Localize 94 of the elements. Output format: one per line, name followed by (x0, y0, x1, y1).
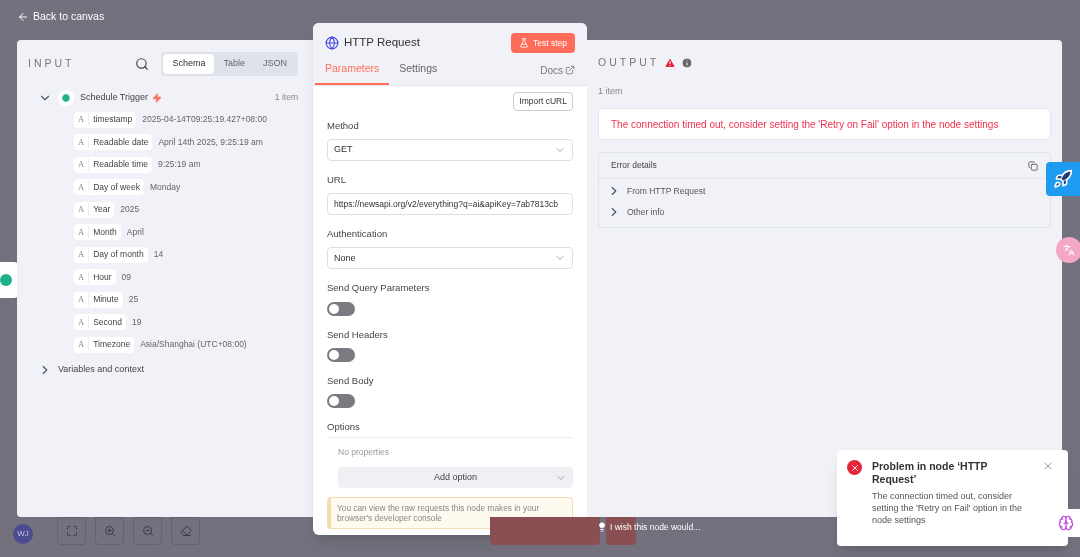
brain-icon (1058, 515, 1074, 531)
view-tab[interactable]: JSON (254, 54, 296, 74)
field-value: 25 (128, 293, 139, 306)
item-count: 1 item (274, 91, 298, 104)
import-curl-button[interactable]: Import cURL (513, 91, 573, 111)
info-icon[interactable] (681, 56, 694, 69)
field-name: Month (92, 225, 118, 239)
docs-link[interactable]: Docs (540, 62, 575, 85)
field-name: timestamp (92, 113, 134, 126)
error-details-title: Error details (611, 159, 657, 173)
details-section-toggle[interactable]: Other info (627, 205, 665, 219)
add-option-dropdown[interactable]: Add option (338, 467, 573, 488)
toggle-switch[interactable] (327, 301, 355, 316)
url-field[interactable]: https://newsapi.org/v2/everything?q=ai&apiKey=7ab7813cb (327, 193, 573, 215)
back-arrow-icon (17, 10, 29, 23)
schema-field-chip[interactable]: A Readable date (74, 134, 153, 150)
field-name: Hour (92, 270, 113, 284)
search-icon[interactable] (135, 56, 150, 71)
field-label: Send Query Parameters (327, 281, 431, 296)
lightbulb-icon (597, 522, 607, 533)
close-icon[interactable] (1042, 460, 1054, 472)
feedback-link[interactable]: I wish this node would... (597, 521, 701, 534)
error-icon (849, 462, 860, 473)
toast-title: Problem in node ‘HTTP Request’ (872, 460, 989, 486)
user-avatar[interactable]: WJ (13, 524, 33, 544)
schema-field-chip[interactable]: A Month (74, 224, 121, 240)
error-message: The connection timed out, consider setting the 'Retry on Fail' option in the node settings (598, 108, 1051, 141)
toggle-switch[interactable] (327, 394, 355, 408)
globe-icon (325, 36, 339, 50)
variables-section-toggle[interactable]: Variables and context (58, 362, 144, 377)
schema-field-chip[interactable]: A timestamp (74, 111, 137, 128)
tab[interactable]: Settings (389, 61, 448, 85)
rocket-button[interactable] (1046, 162, 1080, 196)
warning-icon (664, 56, 677, 69)
select-field[interactable]: None (327, 247, 573, 270)
field-value: April 14th 2025, 9:25:19 am (158, 135, 263, 149)
field-name: Minute (92, 293, 120, 306)
item-count: 1 item (598, 84, 624, 98)
field-value: 2025-04-14T09:25:19.427+08:00 (142, 113, 267, 126)
field-label: Method (327, 118, 360, 133)
field-name: Year (92, 203, 112, 216)
field-name: Timezone (92, 338, 132, 351)
options-heading: Options (327, 420, 573, 439)
toast-message: The connection timed out, consider setting the 'Retry on Fail' option in the node settings (872, 490, 1024, 526)
expand-icon (65, 525, 78, 537)
field-name: Day of week (92, 180, 141, 194)
field-label: URL (327, 172, 347, 187)
source-node-name: Schedule Trigger (80, 90, 149, 104)
schema-field-chip[interactable]: A Minute (74, 291, 123, 308)
tidy-up-button[interactable] (171, 517, 200, 545)
panel-title: OUTPUT (598, 55, 660, 70)
schema-field-chip[interactable]: A Day of month (74, 246, 148, 263)
details-section-toggle[interactable]: From HTTP Request (627, 184, 706, 198)
schema-field-chip[interactable]: A Timezone (74, 336, 135, 353)
schema-field-chip[interactable]: A Year (74, 201, 115, 218)
field-value: Asia/Shanghai (UTC+08:00) (140, 338, 247, 351)
view-tab[interactable]: Table (214, 54, 254, 74)
zoom-out-icon (141, 525, 154, 537)
zoom-in-icon (103, 525, 116, 537)
panel-title: INPUT (28, 55, 75, 71)
select-field[interactable]: GET (327, 138, 573, 161)
empty-options-text: No properties (337, 446, 391, 459)
field-name: Readable date (92, 135, 150, 149)
node-status-icon[interactable] (0, 262, 18, 298)
field-value: Monday (149, 180, 181, 194)
translate-icon (1063, 244, 1075, 256)
schema-field-chip[interactable]: A Hour (74, 269, 116, 285)
flask-icon (518, 38, 529, 48)
field-label: Authentication (327, 227, 389, 241)
field-value: 09 (121, 270, 132, 284)
schema-field-chip[interactable]: A Readable time (74, 156, 152, 173)
field-value: 19 (132, 315, 142, 329)
field-label: Send Headers (327, 327, 389, 342)
node-title: HTTP Request (344, 35, 420, 51)
field-value: 9:25:19 am (157, 158, 201, 171)
toggle-switch[interactable] (327, 347, 355, 362)
eraser-icon (179, 525, 192, 537)
schema-field-chip[interactable]: A Second (74, 314, 126, 330)
view-tab[interactable]: Schema (163, 54, 215, 74)
field-name: Readable time (92, 158, 149, 171)
field-name: Second (92, 315, 123, 329)
delete-button[interactable] (606, 517, 636, 545)
translate-button[interactable] (1056, 237, 1080, 263)
field-value: 2025 (120, 203, 140, 216)
back-to-canvas-link[interactable]: Back to canvas (17, 9, 105, 25)
copy-icon[interactable] (1028, 160, 1038, 171)
external-link-icon (565, 65, 575, 76)
lightning-icon (152, 92, 163, 103)
field-value: April (126, 225, 144, 239)
field-name: Day of month (92, 248, 145, 261)
field-label: Send Body (327, 373, 375, 388)
schema-field-chip[interactable]: A Day of week (74, 179, 144, 195)
field-value: 14 (153, 248, 164, 261)
rocket-icon (1053, 169, 1073, 189)
